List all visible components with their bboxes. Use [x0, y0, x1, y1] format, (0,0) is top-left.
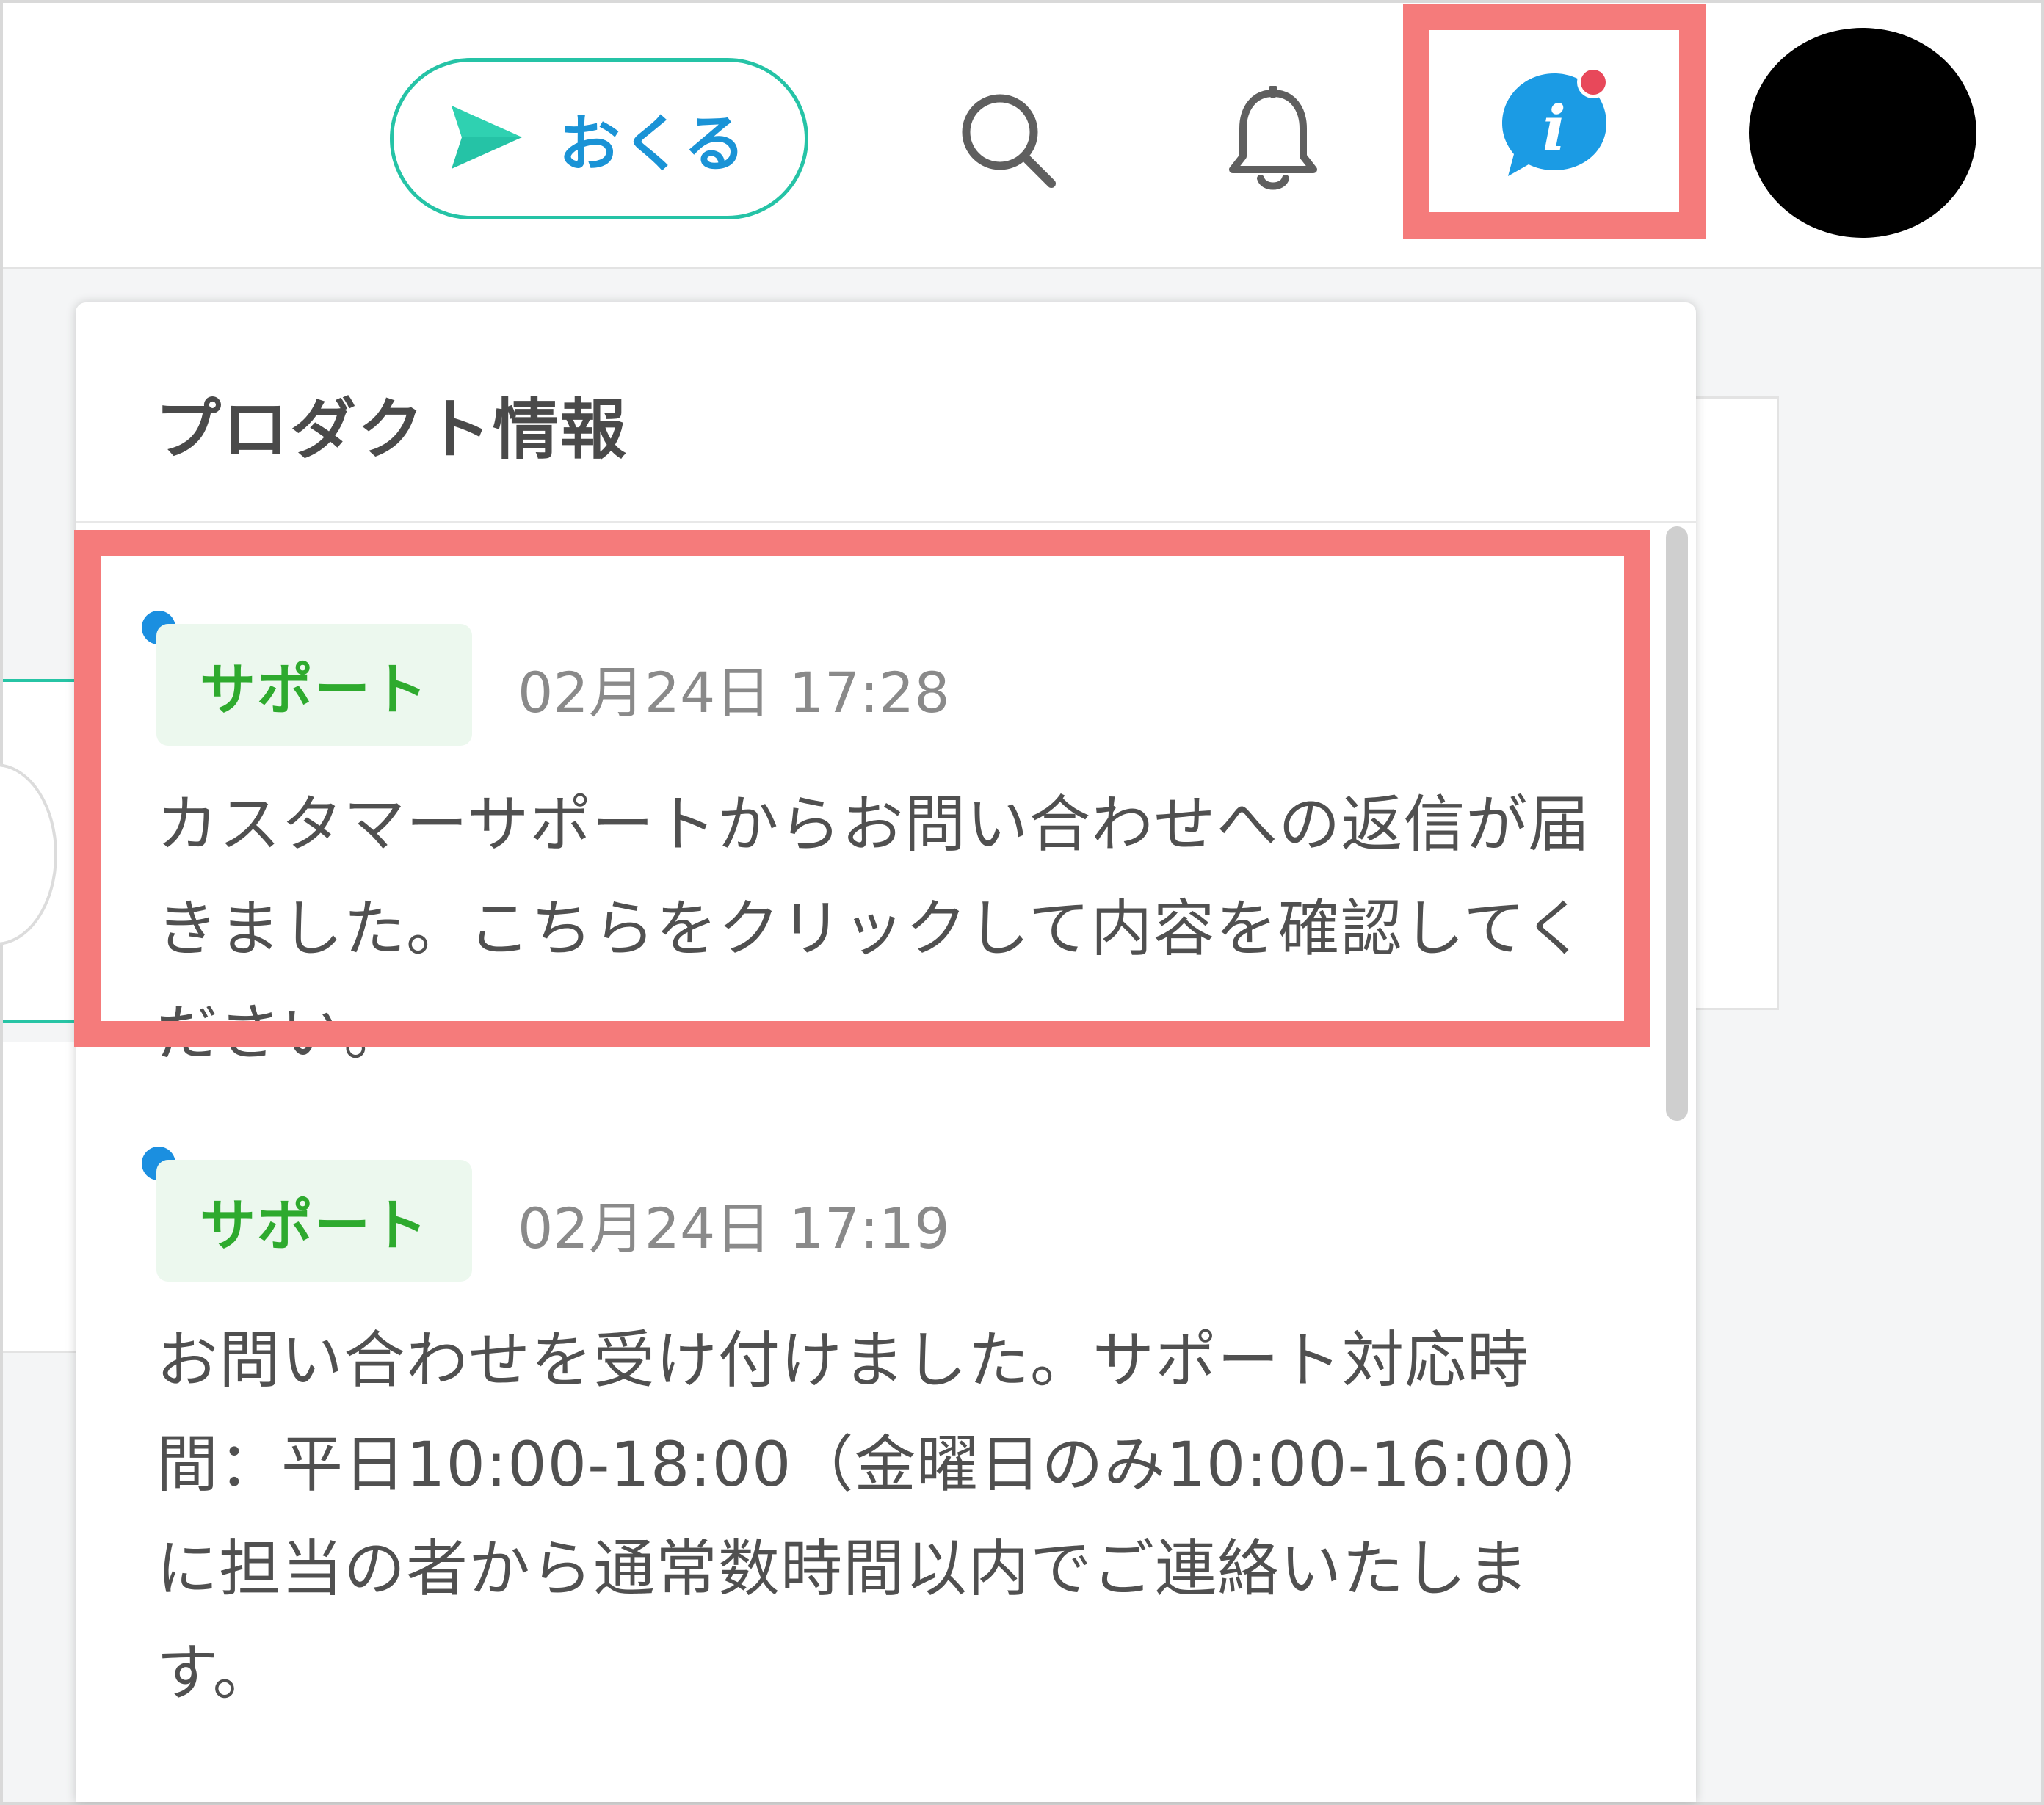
category-tag-label: サポート: [200, 1193, 429, 1258]
notification-timestamp: 02月24日 17:19: [518, 1196, 950, 1261]
send-button[interactable]: おくる: [390, 58, 808, 219]
unread-badge: [1581, 70, 1606, 95]
top-header: おくる i: [3, 3, 2041, 269]
product-info-button[interactable]: i: [1435, 32, 1674, 216]
product-info-panel: プロダクト情報 サポート 02月24日 17:28 カスタマーサポートからお問い…: [76, 302, 1696, 1802]
notifications-button[interactable]: [1214, 84, 1332, 201]
category-tag: サポート: [156, 1160, 472, 1282]
notification-timestamp: 02月24日 17:28: [518, 660, 950, 725]
search-button[interactable]: [950, 84, 1068, 201]
info-chat-icon: i: [1492, 60, 1617, 188]
scrollbar-thumb[interactable]: [1666, 526, 1688, 1121]
category-tag-label: サポート: [200, 657, 429, 722]
panel-title: プロダクト情報: [155, 391, 628, 468]
search-icon: [957, 90, 1060, 195]
bell-icon: [1225, 84, 1321, 199]
avatar[interactable]: [1749, 28, 1976, 238]
background-left-strip: [3, 1042, 76, 1353]
notification-item[interactable]: サポート 02月24日 17:28 カスタマーサポートからお問い合わせへの返信が…: [76, 552, 1647, 1069]
notification-message: カスタマーサポートからお問い合わせへの返信が届きました。こちらをクリックして内容…: [156, 788, 1591, 1069]
notification-item[interactable]: サポート 02月24日 17:19 お問い合わせを受け付けました。サポート対応時…: [76, 1088, 1647, 1793]
send-arrow-icon: [451, 106, 522, 172]
svg-text:i: i: [1543, 92, 1566, 164]
send-button-label: おくる: [558, 107, 747, 180]
notification-message: お問い合わせを受け付けました。サポート対応時間：平日10:00-18:00（金曜…: [156, 1324, 1584, 1709]
category-tag: サポート: [156, 624, 472, 746]
panel-divider: [76, 521, 1696, 523]
